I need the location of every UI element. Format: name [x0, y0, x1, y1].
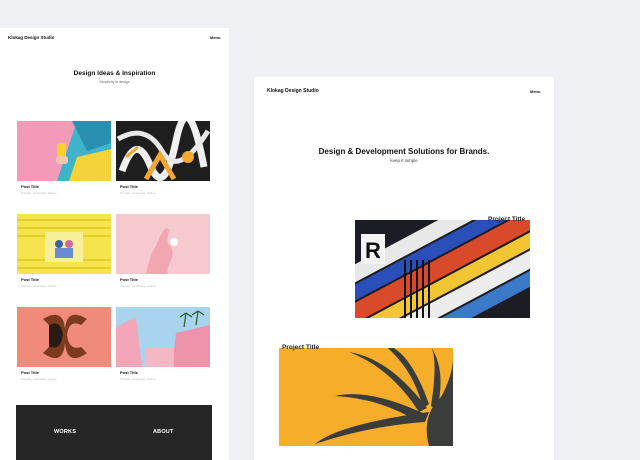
svg-text:R: R [365, 238, 381, 263]
post-categories: Portraits, Landscape, Nature [21, 377, 57, 381]
post-categories: Portraits, Landscape, Nature [120, 284, 156, 288]
post-thumbnail-pink-hand[interactable] [116, 214, 210, 274]
site-brand[interactable]: Klokag Design Studio [8, 35, 55, 40]
post-thumbnail-yellow-room[interactable] [17, 214, 111, 274]
post-title[interactable]: Post Title [21, 184, 39, 189]
post-title[interactable]: Post Title [21, 370, 39, 375]
post-thumbnail-lettering[interactable] [116, 121, 210, 181]
post-categories: Portraits, Landscape, Nature [21, 191, 57, 195]
post-thumbnail-pink-buildings[interactable] [116, 307, 210, 367]
hero-subtitle: Simplicity in design [99, 80, 130, 84]
footer-link-works[interactable]: WORKS [54, 429, 76, 435]
hero-title: Design & Development Solutions for Brand… [318, 147, 490, 156]
post-categories: Portraits, Landscape, Nature [21, 284, 57, 288]
portfolio-preview-left: Klokag Design Studio Menu Design Ideas &… [0, 28, 229, 460]
project-title[interactable]: Project Title [282, 344, 319, 351]
post-title[interactable]: Post Title [120, 370, 138, 375]
post-title[interactable]: Post Title [120, 184, 138, 189]
post-thumbnail-3d-shape[interactable] [17, 307, 111, 367]
project-title[interactable]: Project Title [488, 216, 525, 223]
post-title[interactable]: Post Title [120, 277, 138, 282]
project-thumbnail-collage[interactable]: R [355, 220, 530, 318]
post-thumbnail-cup[interactable] [17, 121, 111, 181]
footer-link-about[interactable]: ABOUT [153, 429, 174, 435]
menu-link[interactable]: Menu [210, 35, 220, 40]
post-categories: Portraits, Landscape, Nature [120, 377, 156, 381]
portfolio-preview-right: Klokag Design Studio Menu Design & Devel… [254, 77, 554, 460]
hero-subtitle: keep it simple [390, 158, 418, 163]
post-categories: Portraits, Landscape, Nature [120, 191, 156, 195]
post-title[interactable]: Post Title [21, 277, 39, 282]
hero-title: Design Ideas & Inspiration [73, 70, 156, 77]
menu-link[interactable]: Menu [530, 89, 540, 94]
site-brand[interactable]: Klokag Design Studio [267, 88, 319, 94]
project-thumbnail-pineapple[interactable] [279, 348, 453, 446]
footer-nav: WORKS ABOUT [16, 405, 212, 460]
